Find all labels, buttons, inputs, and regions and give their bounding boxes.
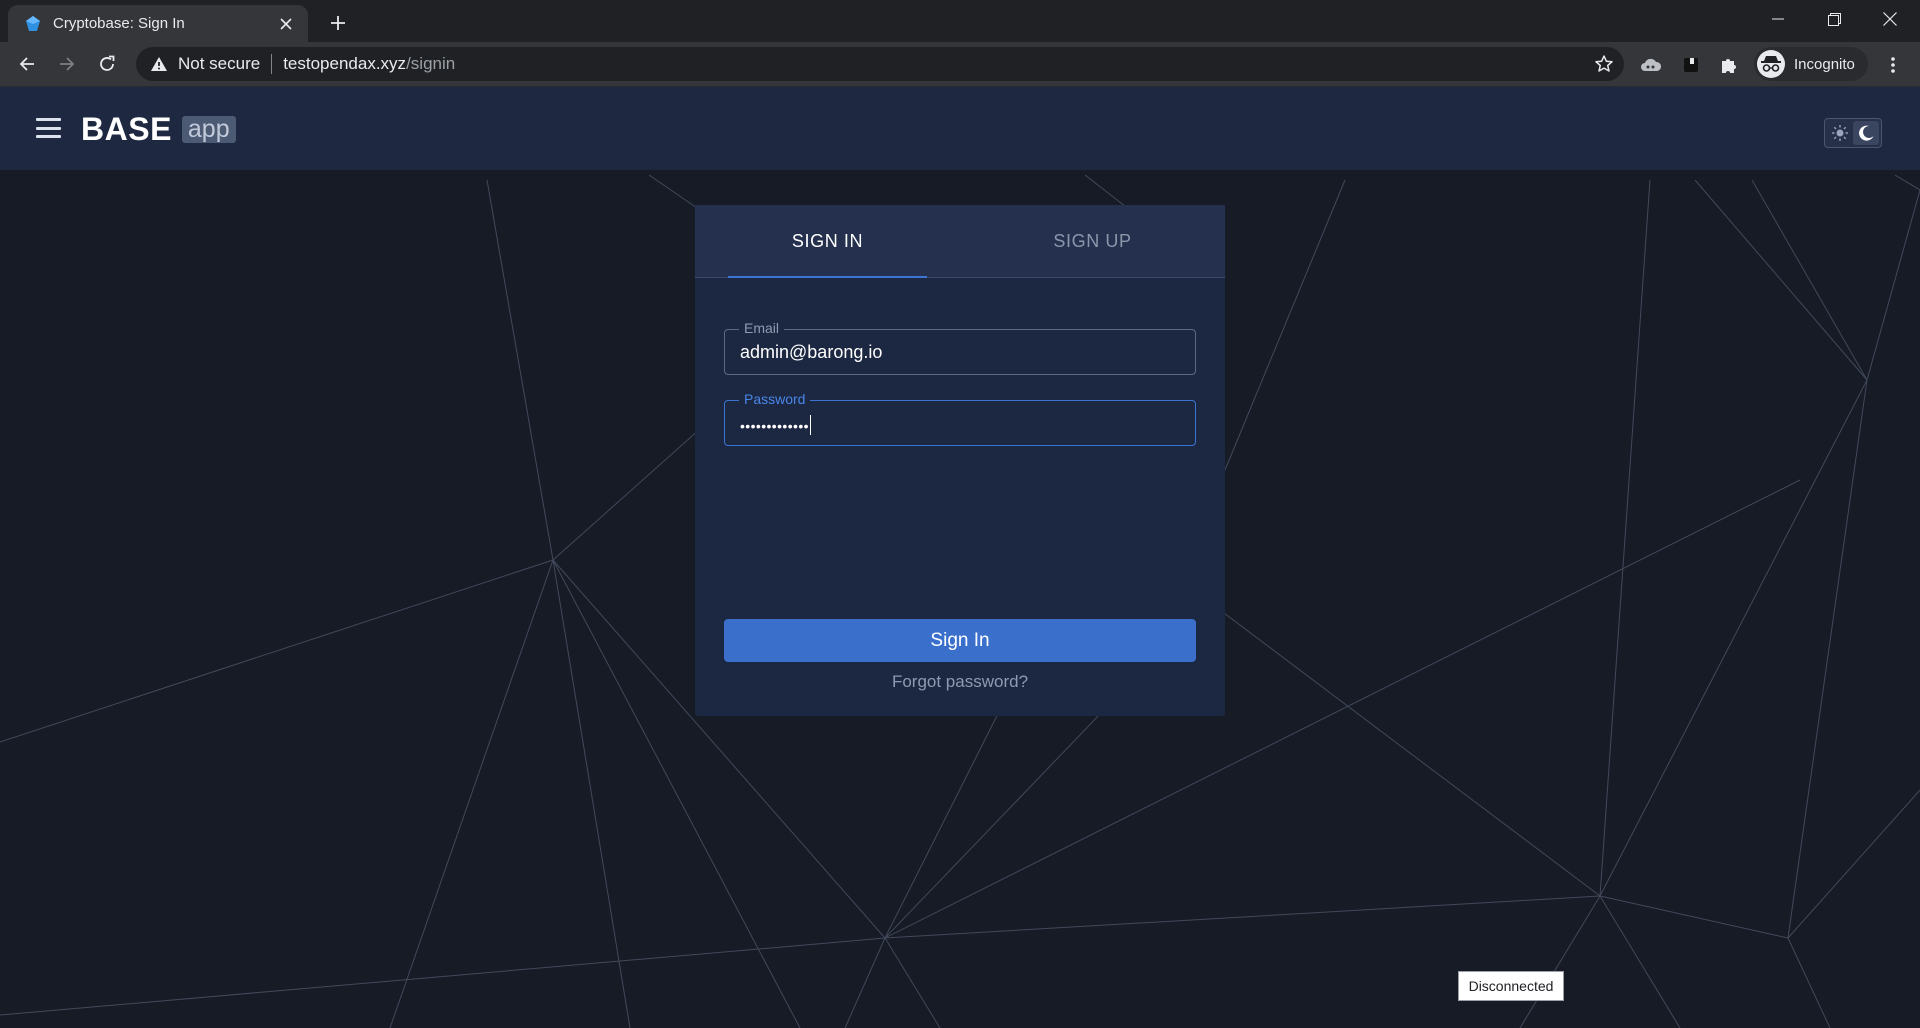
- active-tab-indicator: [728, 276, 927, 278]
- address-separator: [271, 54, 273, 74]
- sign-in-button[interactable]: Sign In: [724, 619, 1196, 662]
- new-tab-plus-icon[interactable]: [324, 9, 352, 37]
- restore-window-icon[interactable]: [1812, 4, 1856, 34]
- browser-tab-strip: Cryptobase: Sign In: [0, 0, 1920, 42]
- browser-tab[interactable]: Cryptobase: Sign In: [8, 5, 308, 42]
- bookmark-star-icon[interactable]: [1594, 54, 1614, 74]
- password-label: Password: [739, 391, 811, 407]
- tab-close-icon[interactable]: [276, 14, 296, 34]
- logo-base-text: BASE: [81, 110, 172, 147]
- logo-app-badge: app: [181, 115, 236, 143]
- app-logo[interactable]: BASE app: [81, 111, 236, 147]
- password-value[interactable]: •••••••••••••: [740, 415, 811, 435]
- password-mask: •••••••••••••: [740, 418, 809, 434]
- extension-cloud-icon[interactable]: [1640, 54, 1662, 76]
- incognito-profile-button[interactable]: Incognito: [1754, 47, 1868, 81]
- not-secure-warning-icon[interactable]: [150, 55, 168, 73]
- email-value[interactable]: admin@barong.io: [740, 342, 882, 363]
- forgot-password-link[interactable]: Forgot password?: [695, 672, 1225, 692]
- incognito-icon: [1757, 50, 1785, 78]
- cryptobase-favicon-icon: [24, 15, 42, 33]
- auth-tabs: SIGN IN SIGN UP: [695, 205, 1225, 278]
- hamburger-menu-icon[interactable]: [36, 118, 61, 138]
- extension-box-icon[interactable]: [1680, 54, 1702, 76]
- light-theme-sun-icon[interactable]: [1827, 121, 1853, 145]
- forward-arrow-icon[interactable]: [52, 49, 82, 79]
- reload-icon[interactable]: [92, 49, 122, 79]
- connection-status-badge: Disconnected: [1458, 971, 1564, 1001]
- back-arrow-icon[interactable]: [12, 49, 42, 79]
- email-field[interactable]: Email admin@barong.io: [724, 320, 1196, 375]
- tab-title: Cryptobase: Sign In: [53, 15, 185, 32]
- browser-menu-kebab-icon[interactable]: [1882, 54, 1904, 76]
- extensions-puzzle-icon[interactable]: [1718, 54, 1740, 76]
- url-path: /signin: [406, 54, 456, 73]
- browser-toolbar: Not secure testopendax.xyz /signin Incog…: [0, 42, 1920, 87]
- dark-theme-moon-icon[interactable]: [1853, 121, 1879, 145]
- auth-card: SIGN IN SIGN UP Email admin@barong.io Pa…: [695, 205, 1225, 716]
- security-label[interactable]: Not secure: [178, 54, 260, 74]
- email-label: Email: [739, 320, 785, 336]
- incognito-label: Incognito: [1794, 55, 1855, 73]
- tab-sign-in[interactable]: SIGN IN: [695, 205, 960, 278]
- text-caret: [809, 415, 811, 435]
- tab-sign-up[interactable]: SIGN UP: [960, 205, 1225, 278]
- url-host: testopendax.xyz: [283, 54, 407, 73]
- theme-toggle[interactable]: [1824, 118, 1882, 148]
- address-bar[interactable]: Not secure testopendax.xyz /signin: [136, 47, 1624, 81]
- minimize-window-icon[interactable]: [1756, 4, 1800, 34]
- app-header: BASE app: [0, 87, 1920, 170]
- close-window-icon[interactable]: [1868, 4, 1912, 34]
- password-field[interactable]: Password •••••••••••••: [724, 391, 1196, 446]
